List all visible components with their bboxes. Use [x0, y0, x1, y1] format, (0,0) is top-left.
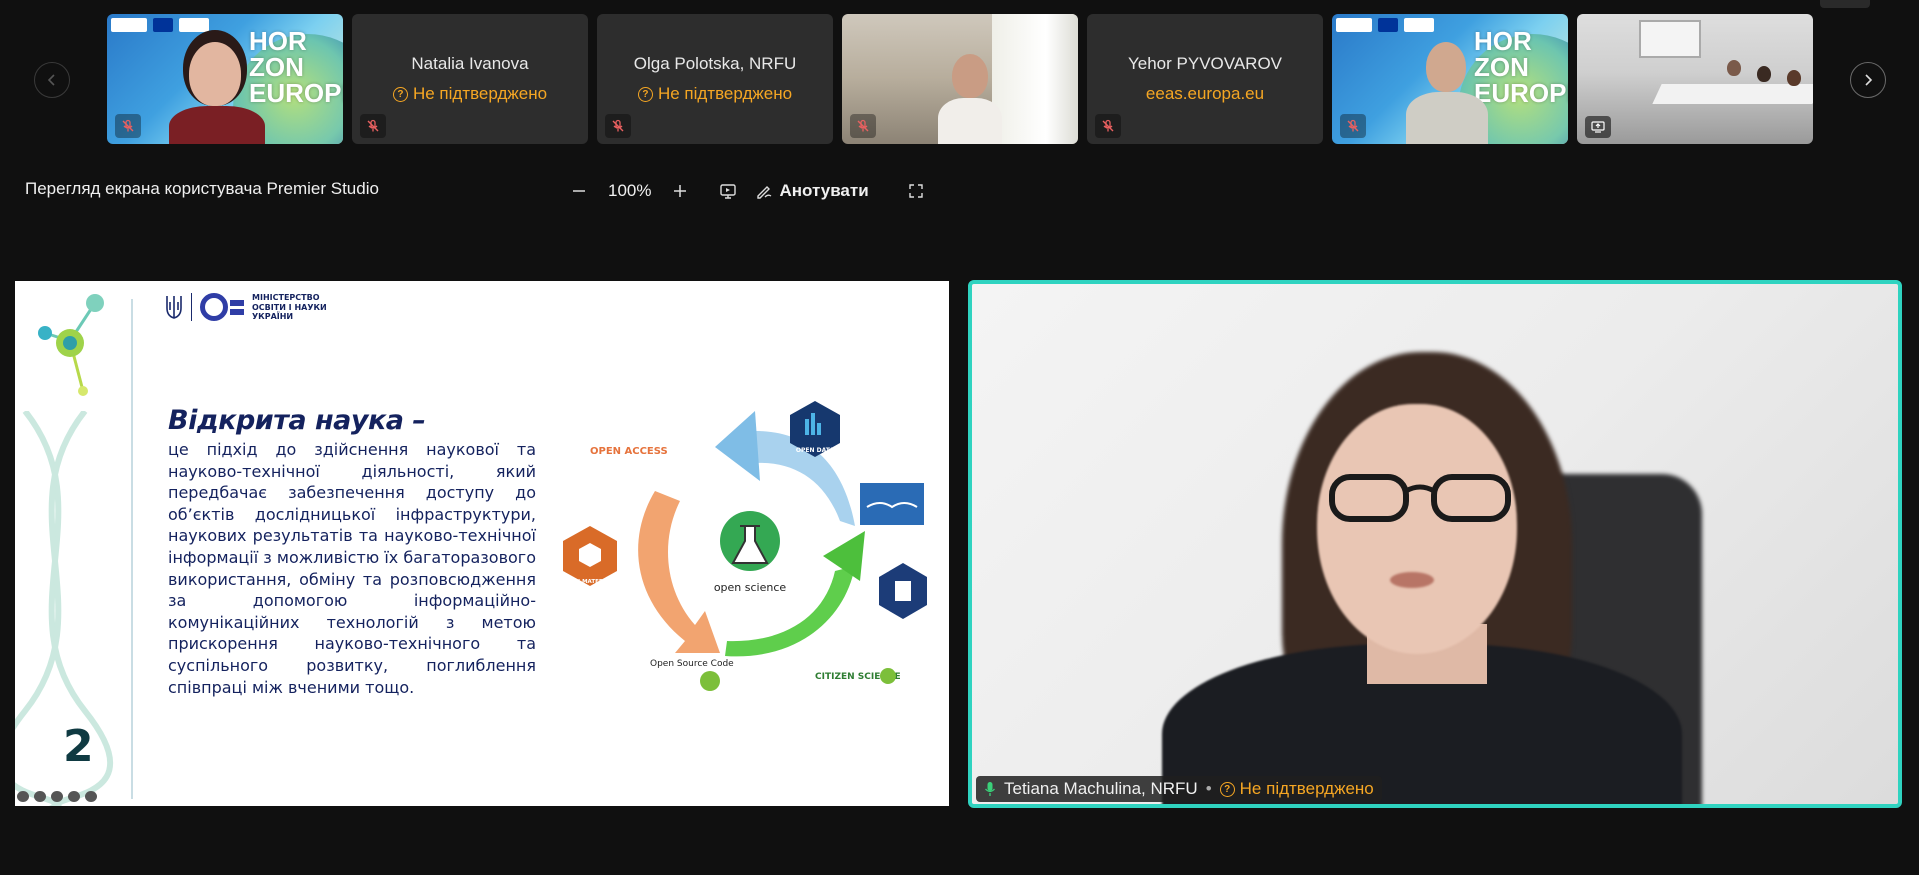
mic-muted-indicator [360, 114, 386, 138]
open-science-label: open science [714, 581, 787, 594]
mic-muted-indicator [1095, 114, 1121, 138]
slide-heading: Відкрита наука – [168, 405, 426, 436]
mic-off-icon [857, 119, 869, 132]
shared-screen-slide: МІНІСТЕРСТВО ОСВІТИ І НАУКИ УКРАЇНИ Відк… [15, 281, 949, 806]
question-circle-icon: ? [1219, 781, 1235, 797]
participant-tile-7[interactable] [1577, 14, 1813, 144]
zoom-in-button[interactable] [671, 182, 689, 200]
question-circle-icon: ? [637, 86, 653, 102]
annotate-label: Анотувати [779, 181, 869, 200]
horizon-backdrop-text: HOR ZON EUROPE [1474, 26, 1568, 108]
participant-name: Olga Polotska, NRFU [633, 54, 797, 73]
speaker-glasses [1329, 474, 1511, 522]
participant-tile-2[interactable]: Natalia Ivanova ? Не підтверджено [352, 14, 588, 144]
slide-divider [131, 299, 133, 799]
separator-dot: • [1205, 779, 1212, 798]
room-table [1652, 84, 1813, 104]
zoom-out-button[interactable] [570, 182, 588, 200]
active-speaker-video[interactable]: Tetiana Machulina, NRFU • ? Не підтвердж… [968, 280, 1902, 808]
horizon-backdrop-text: HOR ZON EUROPE [249, 26, 343, 108]
backdrop-logos [1336, 18, 1434, 32]
mic-muted-indicator [115, 114, 141, 138]
participant-tile-4[interactable] [842, 14, 1078, 144]
participant-name: Natalia Ivanova [411, 54, 529, 73]
open-data-label: OPEN DATA [796, 447, 834, 454]
screen-share-title: Перегляд екрана користувача Premier Stud… [25, 179, 379, 198]
chevron-left-icon [47, 74, 55, 86]
mic-off-icon [1102, 119, 1114, 132]
fullscreen-button[interactable] [907, 182, 925, 200]
window-backdrop [992, 14, 1078, 144]
slide-more-icon[interactable] [68, 791, 80, 802]
minus-icon [573, 190, 585, 192]
open-science-graphic: open science OPEN DATA OPEN ACCESS OPEN … [563, 401, 927, 691]
plus-icon [674, 185, 687, 197]
room-projector-screen [1639, 20, 1701, 58]
expand-icon [908, 184, 923, 198]
backdrop-logos [111, 18, 209, 32]
mic-active-icon [985, 782, 995, 796]
molecule-decoration [38, 294, 104, 396]
mic-off-icon [612, 119, 624, 132]
participant-name: Yehor PYVOVAROV [1127, 54, 1283, 73]
mic-muted-indicator [1340, 114, 1366, 138]
speaker-face [1317, 404, 1517, 654]
slide-pen-icon[interactable] [34, 791, 46, 802]
remote-control-button[interactable] [719, 182, 737, 200]
slide-prev-icon[interactable] [17, 791, 29, 802]
slide-body-text: це підхід до здійснення наукової та наук… [168, 440, 536, 697]
monitor-icon [720, 184, 737, 199]
participant-domain: eeas.europa.eu [1145, 84, 1265, 103]
share-toolbar: 100% Анотувати [570, 176, 925, 206]
strip-prev-button[interactable] [34, 62, 70, 98]
speaker-lips [1390, 572, 1434, 588]
open-materials-label: OPEN MATERIALS [563, 579, 617, 585]
trident-icon [166, 296, 182, 320]
chevron-right-icon [1865, 74, 1873, 86]
speaker-name-label: Tetiana Machulina, NRFU • ? Не підтвердж… [976, 776, 1382, 802]
mic-muted-indicator [605, 114, 631, 138]
top-corner-tab [1820, 0, 1870, 8]
open-access-label: OPEN ACCESS [590, 446, 668, 457]
participant-tile-5[interactable]: Yehor PYVOVAROV eeas.europa.eu [1087, 14, 1323, 144]
slide-controls [17, 791, 97, 802]
ministry-name: МІНІСТЕРСТВО ОСВІТИ І НАУКИ УКРАЇНИ [252, 293, 327, 321]
ministry-logo: МІНІСТЕРСТВО ОСВІТИ І НАУКИ УКРАЇНИ [165, 293, 327, 322]
question-circle-icon: ? [392, 86, 408, 102]
slide-number: 2 [63, 721, 94, 772]
screen-share-icon [1591, 121, 1605, 133]
participant-status: ? Не підтверджено [352, 84, 588, 104]
slide-cc-icon[interactable] [51, 791, 63, 802]
speaker-name: Tetiana Machulina, NRFU [1004, 779, 1198, 798]
strip-next-button[interactable] [1850, 62, 1886, 98]
mic-muted-indicator [850, 114, 876, 138]
pen-icon [757, 186, 772, 199]
mic-off-icon [367, 119, 379, 132]
mon-logo-mark [200, 293, 244, 322]
mic-off-icon [122, 119, 134, 132]
participant-tile-3[interactable]: Olga Polotska, NRFU ? Не підтверджено [597, 14, 833, 144]
zoom-level: 100% [608, 181, 652, 200]
participant-status: ? Не підтверджено [597, 84, 833, 104]
mic-off-icon [1347, 119, 1359, 132]
speaker-status: ? Не підтверджено [1219, 779, 1374, 799]
annotate-button[interactable]: Анотувати [755, 181, 869, 201]
slide-next-icon[interactable] [85, 791, 97, 802]
open-source-label: Open Source Code [650, 659, 734, 669]
logo-separator [191, 293, 192, 322]
participant-tile-1[interactable]: HOR ZON EUROPE [107, 14, 343, 144]
participant-tile-6[interactable]: HOR ZON EUROPE [1332, 14, 1568, 144]
screen-share-indicator [1585, 116, 1611, 138]
